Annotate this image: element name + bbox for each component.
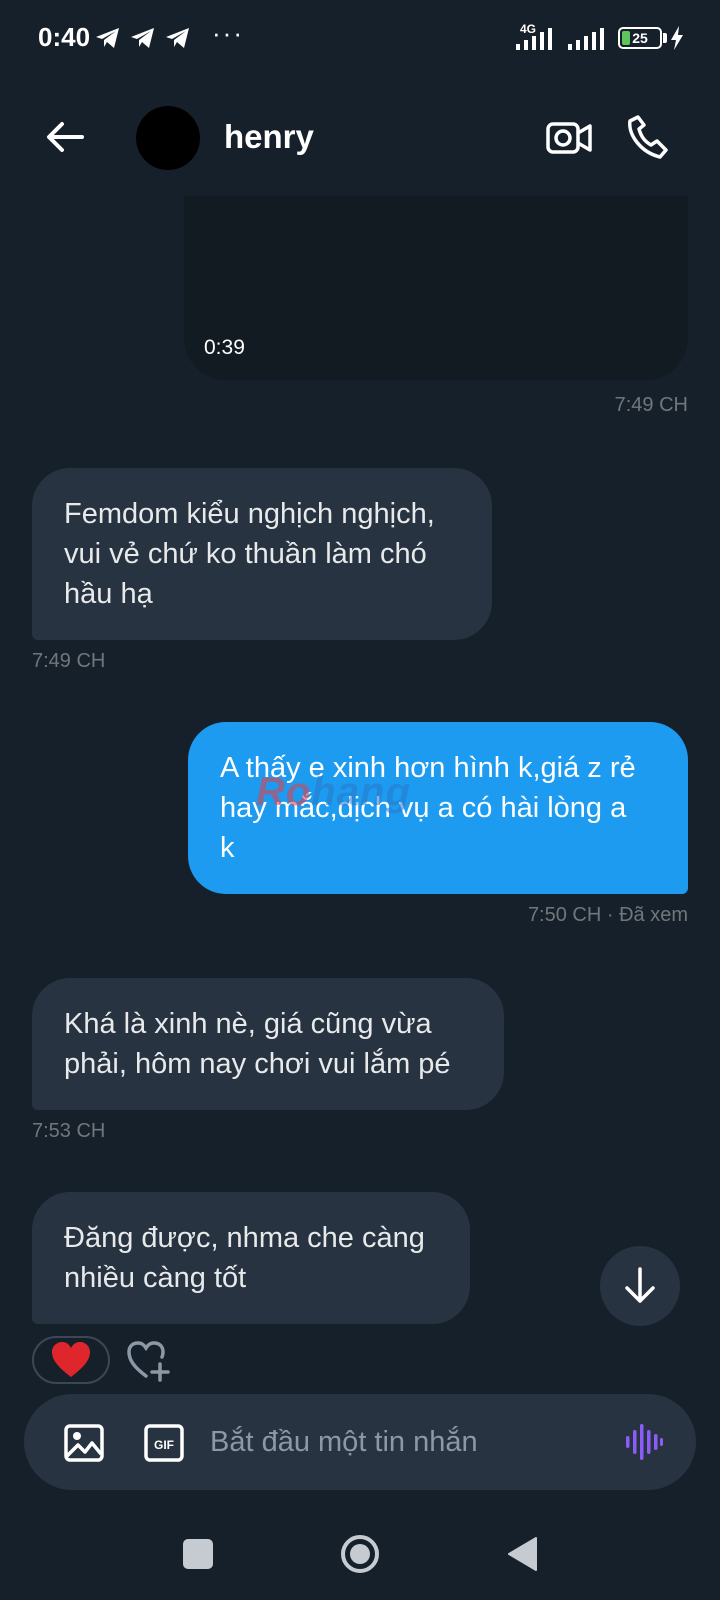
phone-icon[interactable]: [626, 114, 670, 160]
status-time: 0:40: [38, 22, 91, 52]
signal-icon: [516, 28, 552, 50]
message-text: phải, hôm nay chơi vui lắm pé: [64, 1048, 451, 1080]
message-text: nhiều càng tốt: [64, 1262, 247, 1294]
battery-cap: [663, 33, 667, 43]
arrow-down-icon: [625, 1267, 655, 1303]
incoming-message-bubble[interactable]: Femdom kiểu nghịch nghịch, vui vẻ chứ ko…: [32, 468, 492, 640]
svg-text:GIF: GIF: [154, 1438, 174, 1452]
watermark: Rohang: [256, 770, 411, 814]
message-text: Khá là xinh nè, giá cũng vừa: [64, 1008, 432, 1040]
message-text: Femdom kiểu nghịch nghịch,: [64, 498, 435, 530]
contact-name[interactable]: henry: [224, 118, 314, 156]
voice-message-icon[interactable]: [624, 1422, 664, 1462]
message-text: vui vẻ chứ ko thuần làm chó: [64, 538, 427, 570]
message-timestamp: 7:49 CH: [614, 394, 688, 416]
message-timestamp: 7:53 CH: [32, 1120, 106, 1142]
incoming-message-bubble[interactable]: Khá là xinh nè, giá cũng vừa phải, hôm n…: [32, 978, 504, 1110]
battery-level: 25: [632, 30, 648, 46]
telegram-icon: [166, 28, 189, 48]
image-icon[interactable]: [64, 1424, 104, 1462]
video-message-thumbnail[interactable]: [184, 196, 688, 380]
battery-icon: 25: [618, 27, 662, 49]
heart-icon: [52, 1342, 90, 1377]
scroll-to-bottom-button[interactable]: [600, 1246, 680, 1326]
telegram-icon: [96, 28, 119, 48]
back-arrow-icon[interactable]: [44, 116, 86, 158]
message-text: k: [220, 832, 235, 864]
charging-icon: [671, 26, 683, 50]
video-call-icon[interactable]: [546, 118, 592, 158]
message-input[interactable]: [210, 1420, 590, 1464]
telegram-icon: [131, 28, 154, 48]
message-text: hầu hạ: [64, 578, 153, 610]
home-button[interactable]: [340, 1534, 380, 1574]
message-timestamp-read: 7:50 CH · Đã xem: [527, 904, 688, 926]
incoming-message-bubble[interactable]: Đăng được, nhma che càng nhiều càng tốt: [32, 1192, 470, 1324]
recent-apps-button[interactable]: [183, 1539, 213, 1569]
add-reaction-icon[interactable]: [126, 1340, 172, 1382]
message-timestamp: 7:49 CH: [32, 650, 106, 672]
video-duration: 0:39: [204, 336, 245, 359]
signal-icon: [568, 28, 604, 50]
contact-avatar[interactable]: [136, 106, 200, 170]
gif-icon[interactable]: GIF: [144, 1424, 184, 1462]
system-back-button[interactable]: [506, 1536, 540, 1572]
message-text: Đăng được, nhma che càng: [64, 1222, 425, 1254]
heart-reaction[interactable]: [32, 1336, 110, 1384]
status-overflow-dots: ···: [212, 18, 244, 48]
